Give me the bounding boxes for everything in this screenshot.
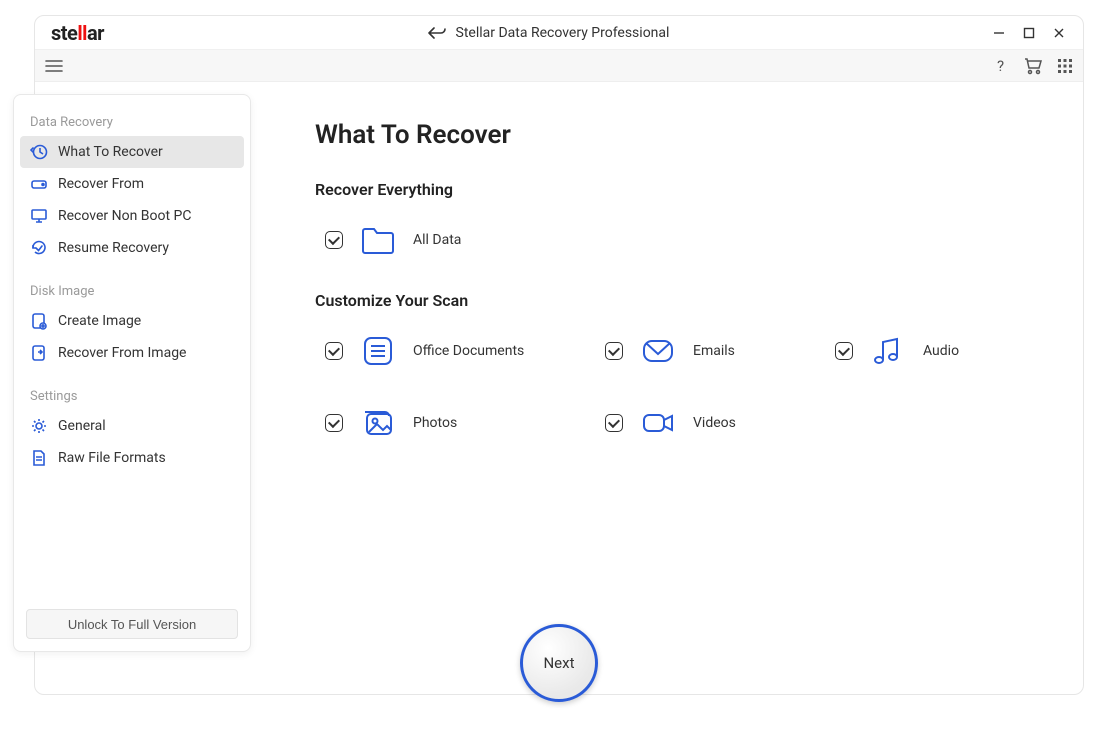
section-customize: Customize Your Scan (315, 291, 1043, 310)
document-lines-icon (357, 330, 399, 372)
apps-grid-icon[interactable] (1057, 58, 1073, 74)
folder-icon (357, 219, 399, 261)
section-recover-everything: Recover Everything (315, 180, 1043, 199)
option-photos[interactable]: Photos (325, 402, 535, 444)
option-label: All Data (413, 232, 461, 248)
help-icon[interactable]: ? (993, 58, 1009, 74)
option-office-documents[interactable]: Office Documents (325, 330, 535, 372)
envelope-icon (637, 330, 679, 372)
toolbar: ? (35, 50, 1083, 82)
next-button[interactable]: Next (520, 624, 598, 702)
page-title: What To Recover (315, 120, 1043, 150)
title-bar: stellar Stellar Data Recovery Profession… (35, 16, 1083, 50)
cart-icon[interactable] (1023, 57, 1043, 75)
option-label: Emails (693, 343, 735, 359)
option-label: Audio (923, 343, 959, 359)
back-arrow-icon[interactable] (428, 26, 446, 40)
option-all-data[interactable]: All Data (325, 219, 461, 261)
main-content: What To Recover Recover Everything All D… (35, 82, 1083, 694)
svg-text:?: ? (997, 58, 1004, 74)
window-title: Stellar Data Recovery Professional (456, 25, 670, 41)
minimize-button[interactable] (993, 27, 1005, 39)
option-emails[interactable]: Emails (605, 330, 765, 372)
close-button[interactable] (1053, 27, 1065, 39)
app-logo: stellar (43, 21, 104, 45)
option-audio[interactable]: Audio (835, 330, 959, 372)
music-note-icon (867, 330, 909, 372)
app-window: stellar Stellar Data Recovery Profession… (34, 15, 1084, 695)
window-title-area: Stellar Data Recovery Professional (104, 25, 993, 41)
maximize-button[interactable] (1023, 27, 1035, 39)
checkbox-photos[interactable] (325, 414, 343, 432)
option-label: Office Documents (413, 343, 524, 359)
option-label: Videos (693, 415, 736, 431)
checkbox-office[interactable] (325, 342, 343, 360)
window-controls (993, 27, 1075, 39)
checkbox-videos[interactable] (605, 414, 623, 432)
video-camera-icon (637, 402, 679, 444)
checkbox-emails[interactable] (605, 342, 623, 360)
checkbox-all-data[interactable] (325, 231, 343, 249)
checkbox-audio[interactable] (835, 342, 853, 360)
option-label: Photos (413, 415, 457, 431)
hamburger-icon[interactable] (45, 59, 63, 73)
option-videos[interactable]: Videos (605, 402, 736, 444)
photos-icon (357, 402, 399, 444)
